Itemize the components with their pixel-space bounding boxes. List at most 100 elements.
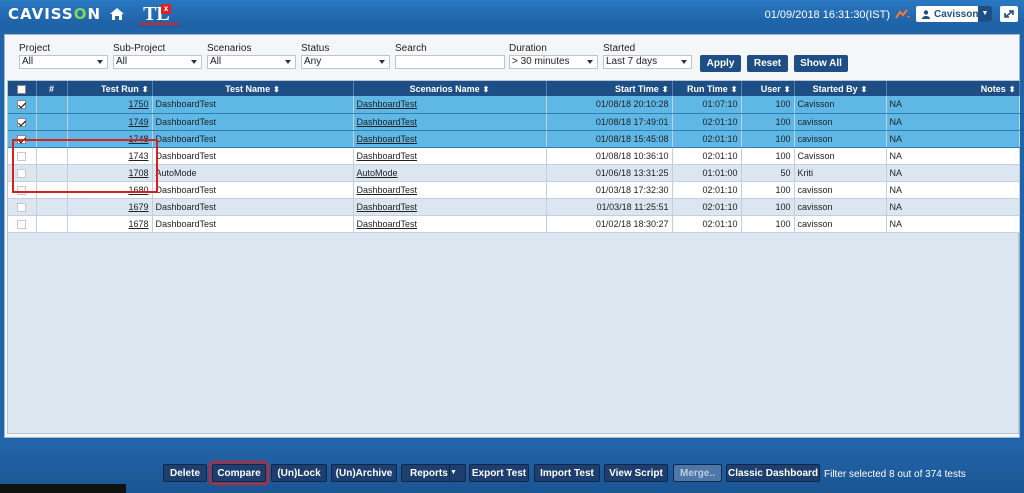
- col-header-user[interactable]: User ⬍: [741, 81, 795, 96]
- scenario-link[interactable]: DashboardTest: [353, 130, 547, 148]
- search-label: Search: [395, 43, 427, 54]
- show-all-button[interactable]: Show All: [794, 55, 848, 72]
- unlock-button[interactable]: (Un)Lock: [271, 464, 327, 482]
- home-icon[interactable]: [109, 7, 125, 21]
- col-header-test-run[interactable]: Test Run ⬍: [67, 81, 153, 96]
- row-select-cell[interactable]: [8, 130, 37, 148]
- table-row[interactable]: 1750 DashboardTest DashboardTest 01/08/18 2…: [8, 96, 1020, 114]
- row-select-cell[interactable]: [8, 215, 37, 233]
- row-select-cell[interactable]: [8, 147, 37, 165]
- started-select[interactable]: Last 7 days: [603, 55, 692, 69]
- table-header-row: # Test Run ⬍ Test Name ⬍ Scenarios Name ⬍ S…: [8, 81, 1020, 96]
- table-row[interactable]: 1708 AutoMode AutoMode 01/06/18 13:31:25 01:…: [8, 164, 1020, 182]
- test-run-link[interactable]: 1750: [67, 96, 153, 114]
- export-test-button[interactable]: Export Test: [469, 464, 529, 482]
- col-header-scenarios-name[interactable]: Scenarios Name ⬍: [353, 81, 547, 96]
- scenarios-select[interactable]: All: [207, 55, 296, 69]
- test-run-link[interactable]: 1679: [67, 198, 153, 216]
- tl-module-tab[interactable]: TL x: [139, 3, 180, 25]
- row-index-cell: [36, 147, 68, 165]
- start-time-cell: 01/03/18 17:32:30: [546, 181, 673, 199]
- compare-button[interactable]: Compare: [209, 461, 269, 485]
- project-select[interactable]: All: [19, 55, 108, 69]
- run-time-cell: 02:01:10: [672, 198, 742, 216]
- col-header-run-time[interactable]: Run Time ⬍: [672, 81, 742, 96]
- row-checkbox[interactable]: [17, 219, 27, 229]
- scenario-link[interactable]: AutoMode: [353, 164, 547, 182]
- select-all-header[interactable]: [8, 81, 37, 96]
- col-header-test-name[interactable]: Test Name ⬍: [152, 81, 354, 96]
- row-select-cell[interactable]: [8, 113, 37, 131]
- start-time-cell: 01/03/18 11:25:51: [546, 198, 673, 216]
- sort-icon: ⬍: [860, 84, 868, 94]
- import-test-button[interactable]: Import Test: [534, 464, 600, 482]
- row-select-cell[interactable]: [8, 181, 37, 199]
- row-index-cell: [36, 198, 68, 216]
- row-select-cell[interactable]: [8, 96, 37, 114]
- test-run-link[interactable]: 1678: [67, 215, 153, 233]
- row-checkbox[interactable]: [17, 100, 27, 110]
- row-checkbox[interactable]: [17, 202, 27, 212]
- search-input[interactable]: [395, 55, 505, 69]
- row-checkbox[interactable]: [17, 151, 27, 161]
- row-select-cell[interactable]: [8, 198, 37, 216]
- test-run-link[interactable]: 1748: [67, 130, 153, 148]
- apply-button[interactable]: Apply: [700, 55, 741, 72]
- delete-button[interactable]: Delete: [163, 464, 207, 482]
- col-header-start-time[interactable]: Start Time ⬍: [546, 81, 673, 96]
- table-row[interactable]: 1748 DashboardTest DashboardTest 01/08/18 1…: [8, 130, 1020, 148]
- action-bar: Delete Compare (Un)Lock (Un)Archive Repo…: [0, 440, 1024, 493]
- user-icon: [922, 9, 930, 19]
- expand-icon[interactable]: [1000, 6, 1018, 22]
- filter-bar: Project All Sub-Project All Scenarios Al…: [5, 35, 1019, 79]
- row-checkbox[interactable]: [17, 168, 27, 178]
- row-checkbox[interactable]: [17, 117, 27, 127]
- notes-cell: NA: [886, 130, 1020, 148]
- table-row[interactable]: 1678 DashboardTest DashboardTest 01/02/18 1…: [8, 215, 1020, 233]
- col-header-started-by[interactable]: Started By ⬍: [794, 81, 887, 96]
- status-select[interactable]: Any: [301, 55, 390, 69]
- test-run-link[interactable]: 1680: [67, 181, 153, 199]
- alert-icon[interactable]: [894, 7, 912, 21]
- row-index-cell: [36, 164, 68, 182]
- col-header-notes[interactable]: Notes ⬍: [886, 81, 1020, 96]
- merge-button[interactable]: Merge..: [673, 464, 722, 482]
- user-menu-button[interactable]: Cavisson ▼: [916, 6, 992, 22]
- scenario-link[interactable]: DashboardTest: [353, 147, 547, 165]
- chevron-down-icon[interactable]: ▼: [449, 465, 465, 481]
- test-run-link[interactable]: 1749: [67, 113, 153, 131]
- subproject-select[interactable]: All: [113, 55, 202, 69]
- row-checkbox[interactable]: [17, 134, 27, 144]
- reports-button[interactable]: Reports ▼: [401, 464, 466, 482]
- select-all-checkbox[interactable]: [17, 84, 27, 94]
- chevron-down-icon[interactable]: ▼: [978, 6, 992, 22]
- test-run-link[interactable]: 1708: [67, 164, 153, 182]
- start-time-cell: 01/02/18 18:30:27: [546, 215, 673, 233]
- table-row[interactable]: 1679 DashboardTest DashboardTest 01/03/18 1…: [8, 198, 1020, 216]
- scenario-link[interactable]: DashboardTest: [353, 96, 547, 114]
- row-select-cell[interactable]: [8, 164, 37, 182]
- started-by-cell: cavisson: [794, 181, 887, 199]
- close-icon[interactable]: x: [161, 4, 172, 14]
- sort-icon: ⬍: [482, 84, 490, 94]
- test-name-cell: DashboardTest: [152, 130, 354, 148]
- row-index-cell: [36, 181, 68, 199]
- duration-select[interactable]: > 30 minutes: [509, 55, 598, 69]
- status-label: Status: [301, 43, 330, 54]
- test-run-link[interactable]: 1743: [67, 147, 153, 165]
- scenario-link[interactable]: DashboardTest: [353, 181, 547, 199]
- table-row[interactable]: 1743 DashboardTest DashboardTest 01/08/18 1…: [8, 147, 1020, 165]
- scenario-link[interactable]: DashboardTest: [353, 215, 547, 233]
- scenario-link[interactable]: DashboardTest: [353, 113, 547, 131]
- table-row[interactable]: 1680 DashboardTest DashboardTest 01/03/18 1…: [8, 181, 1020, 199]
- scenario-link[interactable]: DashboardTest: [353, 198, 547, 216]
- started-by-cell: cavisson: [794, 130, 887, 148]
- classic-dashboard-button[interactable]: Classic Dashboard: [726, 464, 820, 482]
- chevron-down-icon: [379, 60, 385, 64]
- reset-button[interactable]: Reset: [747, 55, 788, 72]
- unarchive-button[interactable]: (Un)Archive: [331, 464, 397, 482]
- table-row[interactable]: 1749 DashboardTest DashboardTest 01/08/18 1…: [8, 113, 1020, 131]
- user-count-cell: 100: [741, 147, 795, 165]
- row-checkbox[interactable]: [17, 185, 27, 195]
- view-script-button[interactable]: View Script: [604, 464, 668, 482]
